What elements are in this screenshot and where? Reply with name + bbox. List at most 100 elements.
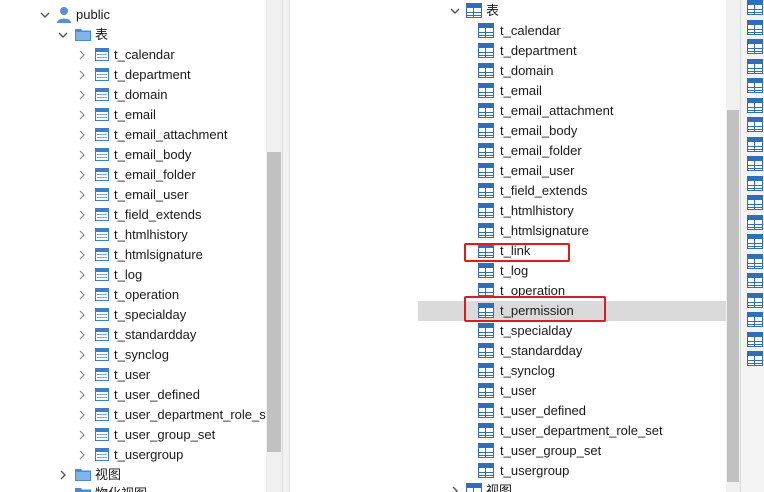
tree-node-table-t-calendar[interactable]: t_calendar xyxy=(0,45,266,65)
tree-node-table-t-email[interactable]: t_email xyxy=(0,105,266,125)
tree-node-table-t-standardday[interactable]: t_standardday xyxy=(0,325,266,345)
chevron-right-icon[interactable] xyxy=(77,205,87,225)
tree-node-table-t-email-user[interactable]: t_email_user xyxy=(0,185,266,205)
right-scrollbar[interactable] xyxy=(726,0,740,492)
tree-node-table-t-user[interactable]: t_user xyxy=(0,365,266,385)
left-navigator-pane: public 表 t_calendar t_department t_domaint… xyxy=(0,0,282,492)
chevron-right-icon[interactable] xyxy=(77,125,87,145)
chevron-right-icon[interactable] xyxy=(77,105,87,125)
tree-node-table-t-specialday[interactable]: t_specialday xyxy=(290,321,726,341)
tree-node-table-t-htmlsignature[interactable]: t_htmlsignature xyxy=(290,221,726,241)
tree-node-table-t-calendar[interactable]: t_calendar xyxy=(290,21,726,41)
chevron-right-icon[interactable] xyxy=(77,145,87,165)
chevron-right-icon[interactable] xyxy=(450,481,460,492)
chevron-right-icon[interactable] xyxy=(77,405,87,425)
chevron-right-icon[interactable] xyxy=(77,385,87,405)
table-name-label: t_domain xyxy=(114,87,168,102)
table-name-label: t_operation xyxy=(114,287,180,302)
tree-node-table-t-user-department-role-set[interactable]: t_user_department_role_set xyxy=(290,421,726,441)
chevron-right-icon[interactable] xyxy=(77,305,87,325)
table-name-label: t_usergroup xyxy=(500,463,570,478)
views-folder-label: 视图 xyxy=(95,467,122,482)
schema-user-icon xyxy=(56,6,72,24)
table-icon xyxy=(95,368,109,381)
tree-node-table-t-htmlhistory[interactable]: t_htmlhistory xyxy=(290,201,726,221)
table-icon xyxy=(478,223,494,238)
annotation-highlight-t-link xyxy=(464,243,570,262)
tree-node-table-t-htmlhistory[interactable]: t_htmlhistory xyxy=(0,225,266,245)
tree-node-table-t-log[interactable]: t_log xyxy=(290,261,726,281)
tree-node-views-folder[interactable]: 视图 xyxy=(290,481,726,492)
table-icon xyxy=(95,108,109,121)
tree-node-table-t-department[interactable]: t_department xyxy=(0,65,266,85)
table-icon xyxy=(95,268,109,281)
tree-node-table-t-htmlsignature[interactable]: t_htmlsignature xyxy=(0,245,266,265)
tree-node-table-t-email-folder[interactable]: t_email_folder xyxy=(290,141,726,161)
tree-node-table-t-email-user[interactable]: t_email_user xyxy=(290,161,726,181)
table-icon xyxy=(466,3,482,18)
tree-node-table-t-synclog[interactable]: t_synclog xyxy=(290,361,726,381)
tables-folder-label: 表 xyxy=(486,3,500,18)
chevron-down-icon[interactable] xyxy=(58,25,68,45)
tree-node-table-t-email-folder[interactable]: t_email_folder xyxy=(0,165,266,185)
tree-node-table-t-email-body[interactable]: t_email_body xyxy=(290,121,726,141)
pane-splitter[interactable] xyxy=(282,0,290,492)
table-icon xyxy=(95,48,109,61)
chevron-right-icon[interactable] xyxy=(77,265,87,285)
tree-node-table-t-usergroup[interactable]: t_usergroup xyxy=(0,445,266,465)
tree-node-table-t-user-group-set[interactable]: t_user_group_set xyxy=(0,425,266,445)
left-scrollbar[interactable] xyxy=(266,0,282,492)
tree-node-table-t-email-body[interactable]: t_email_body xyxy=(0,145,266,165)
tree-node-table-t-operation[interactable]: t_operation xyxy=(0,285,266,305)
tree-node-table-t-user-group-set[interactable]: t_user_group_set xyxy=(290,441,726,461)
tree-node-table-t-user-defined[interactable]: t_user_defined xyxy=(290,401,726,421)
tree-node-table-t-user-defined[interactable]: t_user_defined xyxy=(0,385,266,405)
table-icon xyxy=(747,331,763,347)
tree-node-views-folder[interactable]: 视图 xyxy=(0,465,270,485)
table-icon xyxy=(478,263,494,278)
tree-node-table-t-specialday[interactable]: t_specialday xyxy=(0,305,266,325)
tree-node-table-t-domain[interactable]: t_domain xyxy=(0,85,266,105)
tree-node-table-t-field-extends[interactable]: t_field_extends xyxy=(290,181,726,201)
chevron-down-icon[interactable] xyxy=(40,5,50,25)
chevron-right-icon[interactable] xyxy=(77,285,87,305)
tree-node-tables-folder[interactable]: 表 xyxy=(290,1,726,21)
chevron-right-icon[interactable] xyxy=(77,245,87,265)
left-scrollbar-thumb[interactable] xyxy=(267,152,281,452)
tree-node-tables-folder[interactable]: 表 xyxy=(0,25,270,45)
tree-node-table-t-user-department-role-set[interactable]: t_user_department_role_set xyxy=(0,405,277,425)
table-icon xyxy=(95,188,109,201)
tree-node-schema-public[interactable]: public xyxy=(0,5,270,25)
tree-node-table-t-email-attachment[interactable]: t_email_attachment xyxy=(290,101,726,121)
chevron-right-icon[interactable] xyxy=(77,65,87,85)
chevron-down-icon[interactable] xyxy=(450,1,460,21)
tree-node-materialized-views[interactable]: 物化视图 xyxy=(0,484,270,492)
table-icon xyxy=(478,183,494,198)
tree-node-table-t-department[interactable]: t_department xyxy=(290,41,726,61)
tree-node-table-t-usergroup[interactable]: t_usergroup xyxy=(290,461,726,481)
chevron-right-icon[interactable] xyxy=(77,365,87,385)
chevron-right-icon[interactable] xyxy=(77,445,87,465)
table-icon xyxy=(747,156,763,171)
chevron-right-icon[interactable] xyxy=(77,45,87,65)
chevron-right-icon[interactable] xyxy=(77,225,87,245)
chevron-right-icon[interactable] xyxy=(58,465,68,485)
tree-node-table-t-domain[interactable]: t_domain xyxy=(290,61,726,81)
table-icon xyxy=(95,408,109,421)
tree-node-table-t-email-attachment[interactable]: t_email_attachment xyxy=(0,125,266,145)
table-icon xyxy=(747,292,763,308)
chevron-right-icon[interactable] xyxy=(77,425,87,445)
tree-node-table-t-log[interactable]: t_log xyxy=(0,265,266,285)
tree-node-table-t-user[interactable]: t_user xyxy=(290,381,726,401)
tree-node-table-t-synclog[interactable]: t_synclog xyxy=(0,345,266,365)
chevron-right-icon[interactable] xyxy=(77,325,87,345)
chevron-right-icon[interactable] xyxy=(77,165,87,185)
chevron-right-icon[interactable] xyxy=(77,85,87,105)
folder-icon xyxy=(75,467,91,481)
right-scrollbar-thumb[interactable] xyxy=(727,110,739,482)
tree-node-table-t-email[interactable]: t_email xyxy=(290,81,726,101)
tree-node-table-t-standardday[interactable]: t_standardday xyxy=(290,341,726,361)
chevron-right-icon[interactable] xyxy=(77,345,87,365)
tree-node-table-t-field-extends[interactable]: t_field_extends xyxy=(0,205,266,225)
chevron-right-icon[interactable] xyxy=(77,185,87,205)
